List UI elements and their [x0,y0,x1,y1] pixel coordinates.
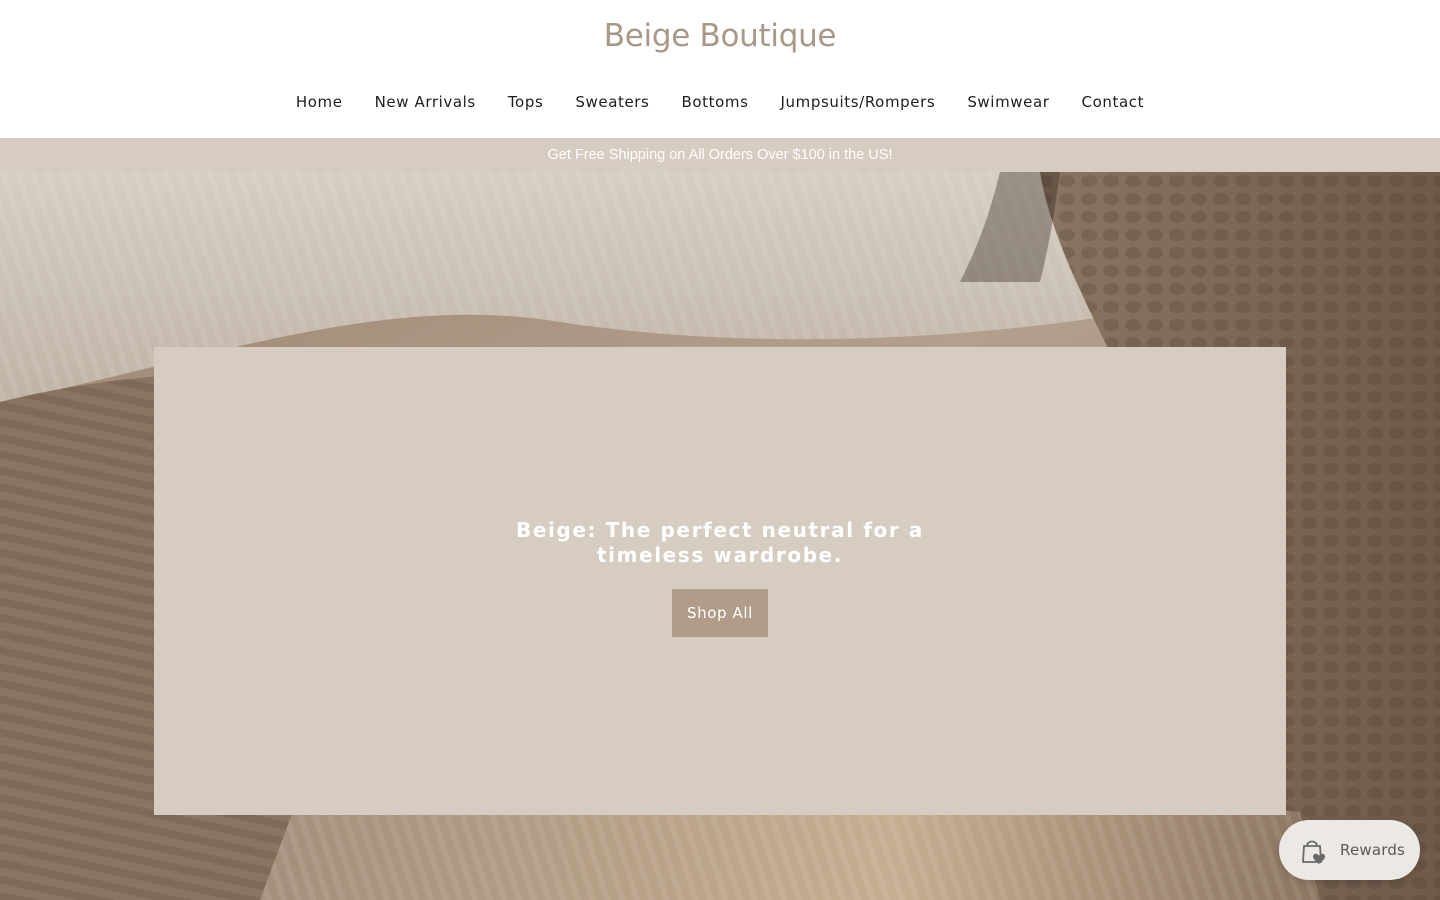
rewards-launcher-button[interactable]: Rewards [1279,820,1420,880]
nav-item-bottoms[interactable]: Bottoms [681,92,748,112]
announcement-text: Get Free Shipping on All Orders Over $10… [547,147,893,163]
hero-heading: Beige: The perfect neutral for a timeles… [515,518,925,567]
site-header: Beige Boutique Home New Arrivals Tops Sw… [0,0,1440,138]
shopping-bag-heart-icon [1302,840,1325,864]
hero-content-panel: Beige: The perfect neutral for a timeles… [154,347,1286,815]
nav-item-jumpsuits-rompers[interactable]: Jumpsuits/Rompers [781,92,936,112]
main-nav: Home New Arrivals Tops Sweaters Bottoms … [0,92,1440,112]
site-logo[interactable]: Beige Boutique [0,18,1440,54]
nav-item-sweaters[interactable]: Sweaters [575,92,649,112]
hero-banner: Beige: The perfect neutral for a timeles… [0,172,1440,900]
shop-all-button[interactable]: Shop All [672,589,768,637]
nav-item-swimwear[interactable]: Swimwear [967,92,1049,112]
nav-item-contact[interactable]: Contact [1082,92,1145,112]
nav-item-new-arrivals[interactable]: New Arrivals [375,92,476,112]
nav-item-home[interactable]: Home [296,92,343,112]
nav-item-tops[interactable]: Tops [508,92,544,112]
announcement-bar: Get Free Shipping on All Orders Over $10… [0,138,1440,172]
rewards-label: Rewards [1340,841,1406,859]
